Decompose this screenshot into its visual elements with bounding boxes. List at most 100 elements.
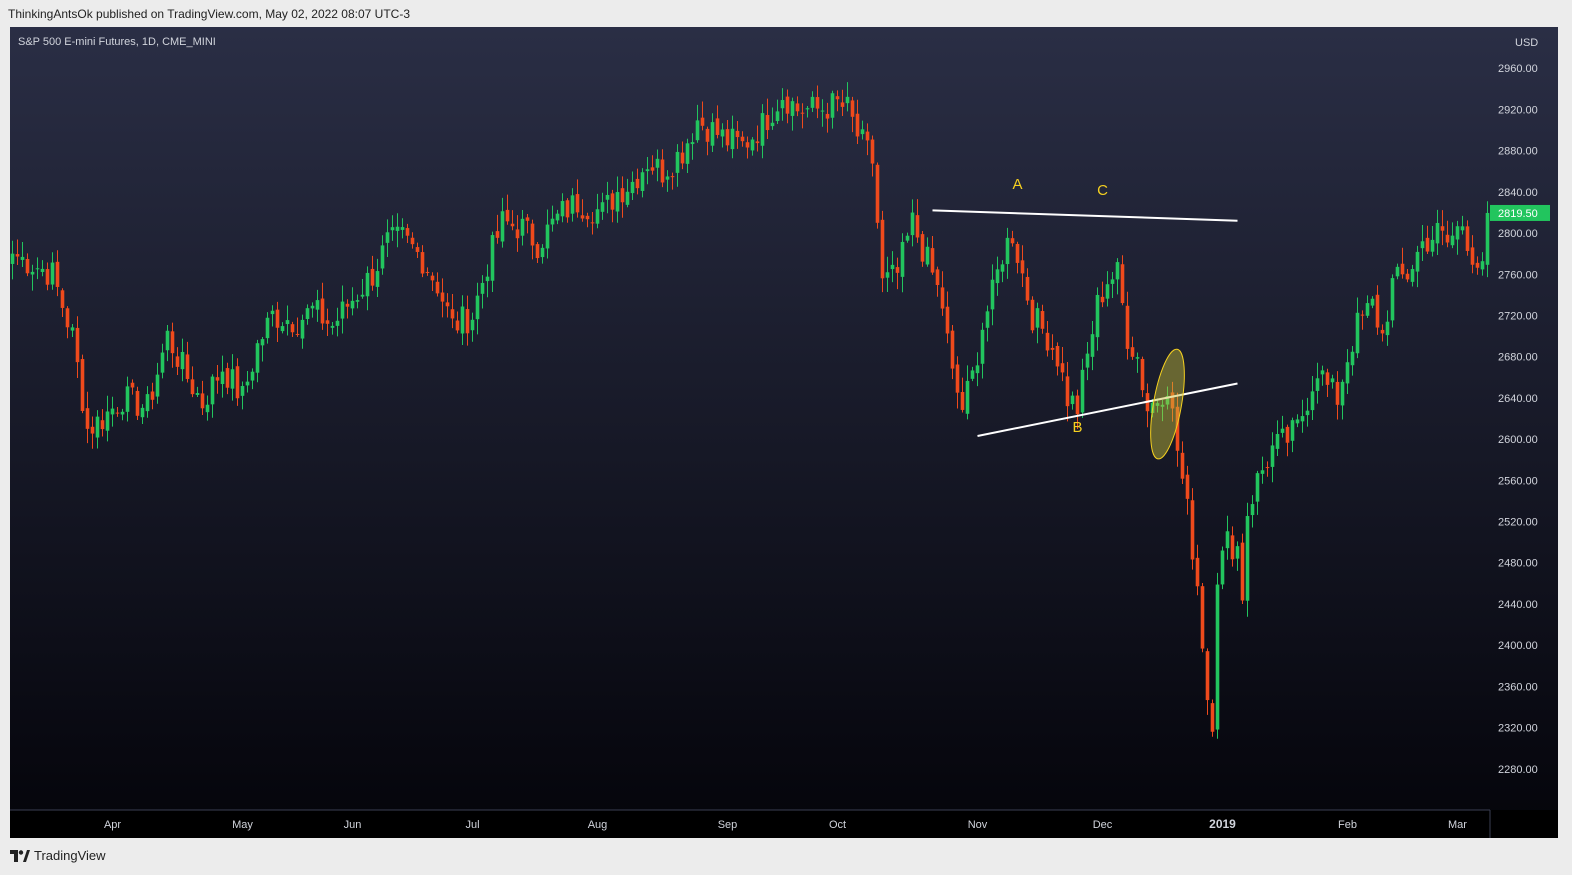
candle-body <box>55 261 60 287</box>
candle-body <box>580 215 585 219</box>
candle-body <box>405 228 410 236</box>
candle-body <box>735 130 740 138</box>
candle-body <box>1250 504 1255 516</box>
candle-body <box>305 308 310 319</box>
chart-background <box>10 27 1558 838</box>
x-tick-label: May <box>232 819 253 831</box>
candle-body <box>915 215 920 238</box>
candle-body <box>610 193 615 210</box>
candle-body <box>1360 314 1365 316</box>
candle-body <box>100 420 105 430</box>
time-axis[interactable]: Apr May Jun Jul Aug Sep Oct Nov Dec 2019 Feb Mar <box>10 809 1558 838</box>
pattern-label-a[interactable]: A <box>1012 176 1022 193</box>
candle-body <box>1440 226 1445 231</box>
candle-body <box>250 371 255 381</box>
candle-body <box>1265 467 1270 469</box>
candle-body <box>935 269 940 286</box>
candle-body <box>135 390 140 416</box>
candle-body <box>1060 363 1065 373</box>
y-tick-label: 2680.00 <box>1498 352 1538 364</box>
candle-body <box>905 235 910 241</box>
candle-body <box>450 309 455 319</box>
y-tick-label: 2800.00 <box>1498 228 1538 240</box>
candlestick-chart[interactable]: A B C 2280.00 2320.00 2360.00 2400.00 2440.00 2… <box>10 27 1558 838</box>
candle-body <box>1020 260 1025 274</box>
candle-body <box>265 317 270 339</box>
candle-body <box>810 96 815 108</box>
candle-body <box>630 181 635 194</box>
candle-body <box>1090 334 1095 357</box>
candle-body <box>1365 303 1370 316</box>
candle-body <box>295 333 300 335</box>
candle-body <box>255 343 260 373</box>
candle-body <box>560 201 565 217</box>
candle-body <box>245 381 250 386</box>
candle-body <box>65 308 70 328</box>
candle-body <box>1340 381 1345 406</box>
candle-body <box>10 253 15 264</box>
pattern-label-c[interactable]: C <box>1097 182 1108 199</box>
candle-body <box>355 300 360 302</box>
candle-body <box>1220 550 1225 585</box>
candle-body <box>50 262 55 285</box>
candle-body <box>1350 351 1355 366</box>
candle-body <box>880 219 885 279</box>
candle-body <box>535 244 540 259</box>
candle-body <box>720 129 725 137</box>
candle-body <box>1450 235 1455 246</box>
candle-body <box>530 223 535 246</box>
candle <box>1190 488 1195 570</box>
candle-body <box>1015 243 1020 263</box>
candle-body <box>1410 269 1415 282</box>
candle-body <box>1205 651 1210 701</box>
y-tick-label: 2280.00 <box>1498 764 1538 776</box>
candle-body <box>215 377 220 381</box>
candle-body <box>200 393 205 409</box>
candle-body <box>480 282 485 294</box>
candle-body <box>650 167 655 171</box>
tradingview-logo[interactable]: TradingView <box>10 848 106 863</box>
candle-body <box>460 306 465 334</box>
candle-body <box>150 391 155 400</box>
candle-body <box>1295 419 1300 424</box>
candle-body <box>625 191 630 205</box>
candle-body <box>730 128 735 150</box>
candle <box>920 231 925 267</box>
candle-body <box>325 320 330 324</box>
candle-body <box>1080 369 1085 413</box>
candle-body <box>430 275 435 281</box>
candle-body <box>1460 226 1465 231</box>
candle-body <box>195 393 200 395</box>
candle-body <box>225 368 230 388</box>
candle-body <box>1315 378 1320 391</box>
candle-body <box>575 194 580 213</box>
candle-body <box>270 310 275 315</box>
candle-body <box>300 319 305 339</box>
chart-panel[interactable]: A B C 2280.00 2320.00 2360.00 2400.00 2440.00 2… <box>10 27 1558 838</box>
candle-body <box>275 309 280 328</box>
candle-body <box>1415 251 1420 272</box>
candle-body <box>865 131 870 141</box>
candle-body <box>1310 391 1315 411</box>
candle-body <box>950 330 955 369</box>
candle-body <box>370 268 375 286</box>
y-tick-label: 2920.00 <box>1498 104 1538 116</box>
y-tick-label: 2320.00 <box>1498 723 1538 735</box>
candle-body <box>830 93 835 118</box>
candle-body <box>1135 357 1140 359</box>
candle-body <box>1290 420 1295 441</box>
pattern-label-b[interactable]: B <box>1072 419 1082 436</box>
candle-body <box>1120 264 1125 304</box>
candle-body <box>890 264 895 270</box>
candle-body <box>1140 358 1145 391</box>
candle-body <box>1085 353 1090 368</box>
candle-body <box>635 178 640 189</box>
candle-body <box>85 408 90 429</box>
candle-body <box>80 359 85 411</box>
candle-body <box>1125 305 1130 349</box>
candle-body <box>1270 445 1275 467</box>
candle-body <box>1195 557 1200 587</box>
candle-body <box>1095 294 1100 338</box>
candle-body <box>1245 516 1250 601</box>
candle-body <box>525 217 530 221</box>
